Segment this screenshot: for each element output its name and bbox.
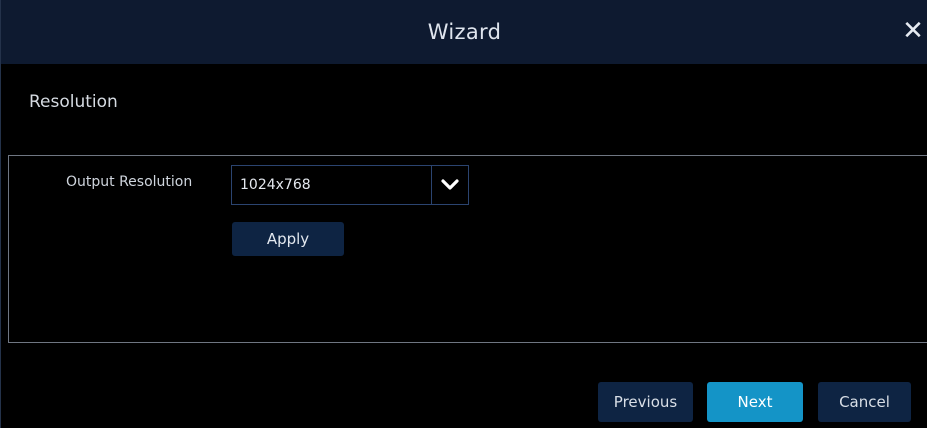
section-title: Resolution bbox=[29, 92, 118, 112]
output-resolution-select[interactable]: 1024x768 bbox=[231, 165, 469, 205]
title-bar: Wizard ✕ bbox=[1, 0, 927, 64]
output-resolution-label: Output Resolution bbox=[66, 174, 193, 190]
previous-button[interactable]: Previous bbox=[598, 382, 693, 422]
output-resolution-value: 1024x768 bbox=[240, 177, 311, 193]
apply-button[interactable]: Apply bbox=[232, 222, 344, 256]
window-title: Wizard bbox=[427, 20, 502, 44]
next-button[interactable]: Next bbox=[707, 382, 803, 422]
wizard-window: Wizard ✕ Resolution Output Resolution 10… bbox=[0, 0, 927, 428]
close-icon[interactable]: ✕ bbox=[900, 18, 926, 44]
cancel-button[interactable]: Cancel bbox=[818, 382, 911, 422]
resolution-panel: Output Resolution 1024x768 Apply bbox=[8, 155, 927, 343]
chevron-down-icon bbox=[441, 179, 459, 190]
dropdown-toggle[interactable] bbox=[431, 166, 468, 204]
